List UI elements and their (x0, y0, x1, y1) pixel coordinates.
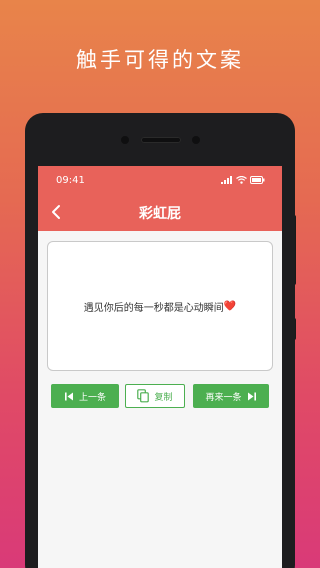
copy-icon (137, 389, 150, 403)
promo-title: 触手可得的文案 (76, 48, 244, 72)
front-camera (121, 136, 129, 144)
quote-card: 遇见你后的每一秒都是心动瞬间 ❤️ (47, 241, 273, 371)
back-arrow-icon[interactable] (48, 202, 66, 222)
copy-button-label: 复制 (154, 392, 173, 403)
quote-text: 遇见你后的每一秒都是心动瞬间 (83, 302, 224, 314)
next-button-label: 再来一条 (205, 392, 242, 403)
previous-button-label: 上一条 (78, 392, 106, 403)
skip-next-icon (247, 392, 256, 400)
signal-icon (221, 176, 232, 184)
app-bar: 09:41 彩虹屁 (38, 166, 282, 231)
skip-previous-icon (64, 392, 73, 400)
copy-button[interactable]: 复制 (125, 384, 185, 408)
phone-screen: 09:41 彩虹屁 遇见你后的每一秒都是心动瞬间 ❤️ 上一条 复制 再来一条 (38, 166, 282, 568)
status-icons (221, 176, 265, 184)
status-bar: 09:41 (38, 166, 282, 194)
status-time: 09:41 (56, 174, 85, 186)
heart-emoji: ❤️ (223, 300, 237, 312)
wifi-icon (236, 176, 247, 184)
earpiece-speaker (141, 137, 181, 143)
title-bar: 彩虹屁 (38, 194, 282, 231)
next-button[interactable]: 再来一条 (193, 384, 269, 408)
page-title: 彩虹屁 (139, 205, 181, 222)
battery-icon (250, 176, 265, 184)
front-sensor (192, 136, 200, 144)
previous-button[interactable]: 上一条 (51, 384, 119, 408)
